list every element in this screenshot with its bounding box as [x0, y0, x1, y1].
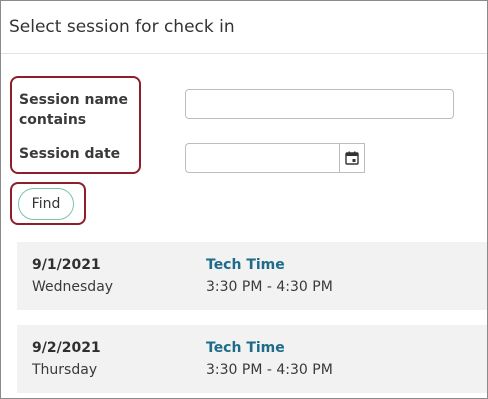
session-weekday: Wednesday: [32, 279, 114, 295]
session-time: 3:30 PM - 4:30 PM: [206, 279, 333, 295]
session-card[interactable]: 9/1/2021 Wednesday Tech Time 3:30 PM - 4…: [17, 242, 487, 310]
session-date-input[interactable]: [185, 143, 339, 173]
calendar-button[interactable]: [339, 143, 365, 173]
calendar-icon: [345, 151, 359, 165]
session-name-link[interactable]: Tech Time: [206, 257, 285, 273]
session-name-link[interactable]: Tech Time: [206, 340, 285, 356]
session-date: 9/2/2021: [32, 340, 101, 356]
session-name-input[interactable]: [185, 89, 454, 119]
session-time: 3:30 PM - 4:30 PM: [206, 362, 333, 378]
session-date-label: Session date: [19, 146, 121, 162]
session-name-label: Session name contains: [19, 92, 128, 128]
find-button[interactable]: Find: [18, 188, 74, 220]
page-title: Select session for check in: [1, 1, 487, 54]
session-card[interactable]: 9/2/2021 Thursday Tech Time 3:30 PM - 4:…: [17, 325, 487, 393]
check-in-panel: Select session for check in Session name…: [0, 0, 488, 399]
session-date-field: [185, 143, 365, 173]
page-title-text: Select session for check in: [9, 17, 235, 37]
session-date: 9/1/2021: [32, 257, 101, 273]
session-weekday: Thursday: [32, 362, 98, 378]
